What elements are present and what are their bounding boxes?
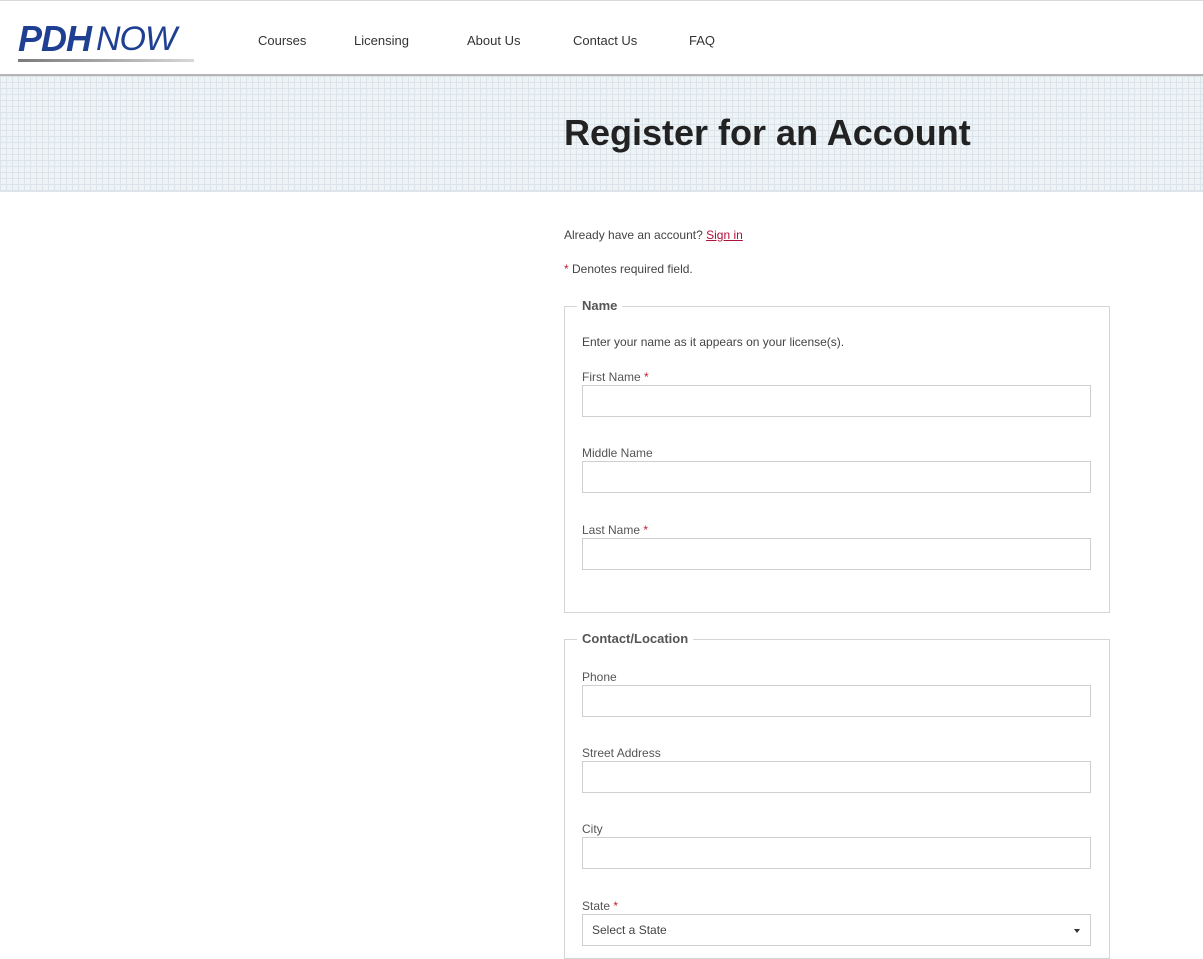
phone-label: Phone (582, 670, 617, 684)
state-label-text: State (582, 899, 611, 913)
sign-in-link[interactable]: Sign in (706, 228, 743, 242)
middle-name-input[interactable] (582, 461, 1091, 493)
phone-input[interactable] (582, 685, 1091, 717)
nav-link-contact-us[interactable]: Contact Us (573, 33, 637, 48)
state-select[interactable]: Select a State (582, 914, 1091, 946)
city-input[interactable] (582, 837, 1091, 869)
logo-underline (18, 59, 194, 62)
chevron-down-icon (1074, 929, 1080, 933)
site-header: PDH NOW Courses Licensing About Us Conta… (0, 0, 1203, 76)
street-address-label: Street Address (582, 746, 661, 760)
nav-link-about-us[interactable]: About Us (467, 33, 520, 48)
state-label: State * (582, 899, 618, 913)
page-title: Register for an Account (564, 112, 971, 153)
first-name-label: First Name * (582, 370, 649, 384)
contact-location-legend: Contact/Location (577, 631, 694, 646)
last-name-label: Last Name * (582, 523, 648, 537)
already-text: Already have an account? (564, 228, 703, 242)
street-address-input[interactable] (582, 761, 1091, 793)
first-name-label-text: First Name (582, 370, 641, 384)
nav-link-faq[interactable]: FAQ (689, 33, 715, 48)
nav-link-courses[interactable]: Courses (258, 33, 306, 48)
name-legend: Name (577, 298, 623, 313)
last-name-required-asterisk: * (643, 523, 649, 537)
name-description: Enter your name as it appears on your li… (582, 335, 845, 349)
contact-location-fieldset: Contact/Location Phone Street Address Ci… (564, 631, 1110, 959)
first-name-input[interactable] (582, 385, 1091, 417)
middle-name-label: Middle Name (582, 446, 653, 460)
state-required-asterisk: * (613, 899, 619, 913)
state-select-value: Select a State (592, 923, 667, 937)
first-name-required-asterisk: * (644, 370, 649, 384)
already-have-account: Already have an account? Sign in (564, 228, 743, 242)
nav-link-licensing[interactable]: Licensing (354, 33, 409, 48)
city-label: City (582, 822, 603, 836)
required-note-text: Denotes required field. (572, 262, 693, 276)
last-name-input[interactable] (582, 538, 1091, 570)
logo-main-text: PDH (18, 18, 92, 59)
name-fieldset: Name Enter your name as it appears on yo… (564, 298, 1110, 613)
required-field-note: * Denotes required field. (564, 262, 693, 276)
pdhnow-logo[interactable]: PDH NOW (18, 19, 198, 65)
logo-sub-text: NOW (96, 20, 177, 58)
last-name-label-text: Last Name (582, 523, 641, 537)
required-asterisk: * (564, 262, 569, 276)
